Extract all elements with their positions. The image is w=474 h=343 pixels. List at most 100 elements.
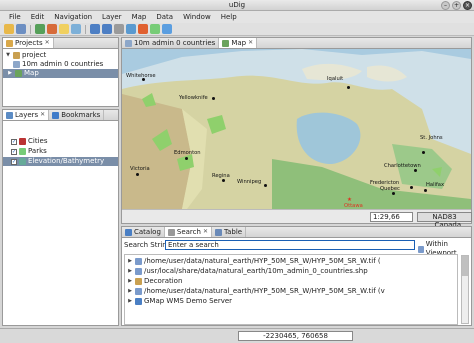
menu-bar: File Edit Navigation Layer Map Data Wind… [0,11,474,23]
run-icon[interactable] [162,24,172,34]
city-marker[interactable] [136,173,139,176]
main-toolbar [0,23,474,36]
menu-navigation[interactable]: Navigation [49,11,97,23]
scale-field[interactable]: 1:29,66 [370,212,413,222]
delete-icon[interactable] [47,24,57,34]
close-icon[interactable]: ✕ [248,38,253,48]
tab-projects[interactable]: Projects ✕ [3,38,54,48]
map-icon [222,39,230,47]
edit-icon[interactable] [150,24,160,34]
result-item[interactable]: ▶ /home/user/data/natural_earth/HYP_50M_… [125,287,457,296]
layers-panel: Layers ✕ Bookmarks ✓ Cities ✓ Parks ✓ El… [2,109,119,326]
tab-table[interactable]: Table [212,227,247,237]
file-icon [135,268,142,275]
city-label: Yellowknife [179,95,208,101]
new-icon[interactable] [4,24,14,34]
tab-bookmarks[interactable]: Bookmarks [49,110,105,120]
city-marker[interactable] [264,184,267,187]
maximize-button[interactable]: + [452,1,461,10]
info-icon[interactable] [126,24,136,34]
city-label: Edmonton [174,150,201,156]
minimize-button[interactable]: – [441,1,450,10]
layer-row-parks[interactable]: ✓ Parks [3,147,118,156]
city-marker[interactable] [392,192,395,195]
close-icon[interactable]: ✕ [45,38,50,48]
select-icon[interactable] [138,24,148,34]
editor-tabstrip: 10m admin 0 countries Map ✕ [122,38,471,49]
layer-visibility-checkbox[interactable]: ✓ [11,158,17,165]
db-icon[interactable] [71,24,81,34]
city-marker[interactable] [410,186,413,189]
map-canvas[interactable]: Whitehorse Iqaluit Yellowknife Edmonton … [122,49,471,209]
close-icon[interactable]: ✕ [40,110,45,120]
menu-file[interactable]: File [4,11,26,23]
result-item[interactable]: ▶ GMap WMS Demo Server [125,297,457,306]
scrollbar-thumb[interactable] [462,256,468,276]
result-label: GMap WMS Demo Server [144,297,233,305]
save-icon[interactable] [16,24,26,34]
tab-layers[interactable]: Layers ✕ [3,110,50,120]
tab-countries[interactable]: 10m admin 0 countries [122,38,220,48]
result-item[interactable]: ▶ Decoration [125,277,457,286]
city-marker[interactable] [422,151,425,154]
city-label: Quebec [380,186,400,192]
result-item[interactable]: ▶ /home/user/data/natural_earth/HYP_50M_… [125,257,457,266]
chevron-down-icon[interactable]: ▼ [5,51,11,60]
tree-item-project[interactable]: ▼ project [3,51,118,60]
window-title: uDig [228,1,246,9]
results-scrollbar[interactable] [461,255,469,324]
layer-row-elevation[interactable]: ✓ Elevation/Bathymetry [3,157,118,166]
chevron-right-icon[interactable]: ▶ [7,69,13,78]
menu-map[interactable]: Map [127,11,152,23]
crs-button[interactable]: NAD83 ...Canada [417,212,472,229]
menu-window[interactable]: Window [178,11,216,23]
add-layer-icon[interactable] [35,24,45,34]
tab-catalog[interactable]: Catalog [122,227,165,237]
result-label: /home/user/data/natural_earth/HYP_50M_SR… [144,257,381,265]
chevron-right-icon[interactable]: ▶ [127,257,133,266]
tree-label: 10m admin 0 countries [22,60,104,68]
tab-label: Layers [15,111,39,119]
close-icon[interactable]: ✕ [203,227,208,237]
chevron-right-icon[interactable]: ▶ [127,277,133,286]
result-item[interactable]: ▶ /usr/local/share/data/natural_earth/10… [125,267,457,276]
layer-visibility-checkbox[interactable]: ✓ [11,148,17,155]
chevron-right-icon[interactable]: ▶ [127,287,133,296]
map-editor: 10m admin 0 countries Map ✕ Whitehorse I… [121,37,472,229]
tree-item-countries[interactable]: 10m admin 0 countries [3,60,118,69]
polygon-layer-icon [19,148,26,155]
chevron-right-icon[interactable]: ▶ [127,267,133,276]
chevron-right-icon[interactable]: ▶ [127,297,133,306]
city-marker[interactable] [212,97,215,100]
layer-visibility-checkbox[interactable]: ✓ [11,138,17,145]
tab-map[interactable]: Map ✕ [219,38,258,48]
menu-help[interactable]: Help [216,11,242,23]
tab-label: Projects [15,39,43,47]
tab-search[interactable]: Search ✕ [164,227,212,237]
tree-item-map[interactable]: ▶ Map [3,69,118,78]
tab-label: Catalog [134,228,161,236]
city-label: Halifax [426,182,445,188]
pan-icon[interactable] [114,24,124,34]
tab-label: Search [176,228,201,236]
zoom-in-icon[interactable] [90,24,100,34]
layer-row-cities[interactable]: ✓ Cities [3,137,118,146]
city-marker[interactable] [185,157,188,160]
menu-layer[interactable]: Layer [97,11,127,23]
city-marker[interactable] [347,86,350,89]
catalog-icon [125,228,132,236]
city-marker[interactable] [222,179,225,182]
file-icon [135,288,142,295]
status-bar: -2230465, 760658 [0,328,474,343]
toolbar-separator [85,24,86,34]
folder-icon[interactable] [59,24,69,34]
zoom-out-icon[interactable] [102,24,112,34]
menu-edit[interactable]: Edit [26,11,50,23]
result-label: Decoration [144,277,183,285]
menu-data[interactable]: Data [151,11,178,23]
close-window-button[interactable]: × [463,1,472,10]
city-marker[interactable] [414,169,417,172]
title-bar: uDig – + × [0,0,474,11]
search-input[interactable]: Enter a search [165,240,415,250]
city-marker[interactable] [424,189,427,192]
